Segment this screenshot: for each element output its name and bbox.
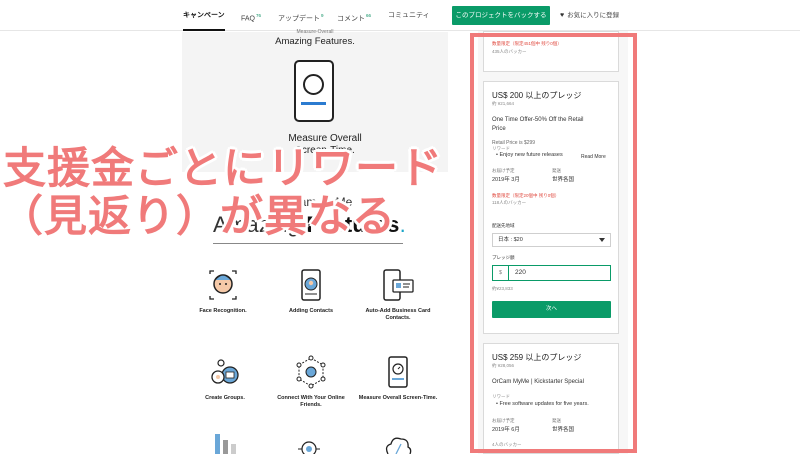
- feature-adding-contacts: Adding Contacts: [266, 268, 356, 315]
- tab-count: 9: [321, 13, 324, 18]
- heart-icon: ♥: [560, 12, 565, 19]
- target-icon: [298, 441, 320, 454]
- tab-label: コメント: [337, 15, 365, 23]
- back-project-button[interactable]: このプロジェクトをバックする: [452, 6, 550, 25]
- tab-label: キャンペーン: [183, 12, 225, 19]
- favorite-link[interactable]: ♥ お気に入りに登録: [560, 0, 619, 31]
- feature-label: Connect With Your Online Friends.: [277, 395, 345, 408]
- tab-label: コミュニティ: [388, 12, 430, 19]
- feature-face-recognition: Face Recognition.: [178, 268, 268, 315]
- feature-label: Auto-Add Business Card Contacts.: [365, 308, 431, 321]
- highlight-frame: [470, 33, 637, 453]
- progress-bar-graphic: [301, 102, 326, 105]
- feature-business-card: Auto-Add Business Card Contacts.: [353, 268, 443, 322]
- feature-image-cut-text: Measure-Overall: [296, 29, 334, 35]
- page: キャンペーン FAQ76 アップデート9 コメント66 コミュニティ このプロジ…: [0, 0, 800, 454]
- tab-faq[interactable]: FAQ76: [241, 0, 261, 31]
- feature-label: Face Recognition.: [199, 308, 247, 314]
- title-dot: .: [399, 212, 406, 237]
- feature-label: Create Groups.: [205, 395, 245, 401]
- feature-label: Measure Overall Screen-Time.: [358, 395, 438, 401]
- tab-label: FAQ: [241, 15, 256, 23]
- overlay-caption-line2: （見返り）が異なる: [0, 192, 396, 242]
- tab-count: 76: [256, 13, 262, 18]
- connect-network-icon: [294, 355, 328, 389]
- phone-timer-icon: [294, 60, 334, 122]
- tab-campaign[interactable]: キャンペーン: [183, 0, 225, 31]
- tab-label: アップデート: [278, 15, 320, 23]
- feature-create-groups: Create Groups.: [180, 355, 270, 402]
- business-card-icon: [381, 268, 415, 302]
- favorite-label: お気に入りに登録: [567, 12, 620, 19]
- feature-screen-time: Measure Overall Screen-Time.: [353, 355, 443, 402]
- face-recognition-icon: [206, 268, 240, 302]
- chart-bars-icon: [215, 434, 236, 454]
- groups-icon: [208, 355, 242, 389]
- feature-connect-friends: Connect With Your Online Friends.: [266, 355, 356, 409]
- timer-ring: [303, 74, 324, 95]
- screen-time-icon: [381, 355, 415, 389]
- tab-count: 66: [366, 13, 372, 18]
- feature-image-caption: Amazing Features.: [275, 36, 355, 47]
- tab-community[interactable]: コミュニティ: [388, 0, 430, 31]
- feature-label: Adding Contacts: [289, 308, 333, 314]
- tab-comments[interactable]: コメント66: [337, 0, 371, 31]
- cloud-icon: [385, 437, 412, 454]
- tab-updates[interactable]: アップデート9: [278, 0, 324, 31]
- adding-contacts-icon: [294, 268, 328, 302]
- top-nav: キャンペーン FAQ76 アップデート9 コメント66 コミュニティ このプロジ…: [0, 0, 800, 31]
